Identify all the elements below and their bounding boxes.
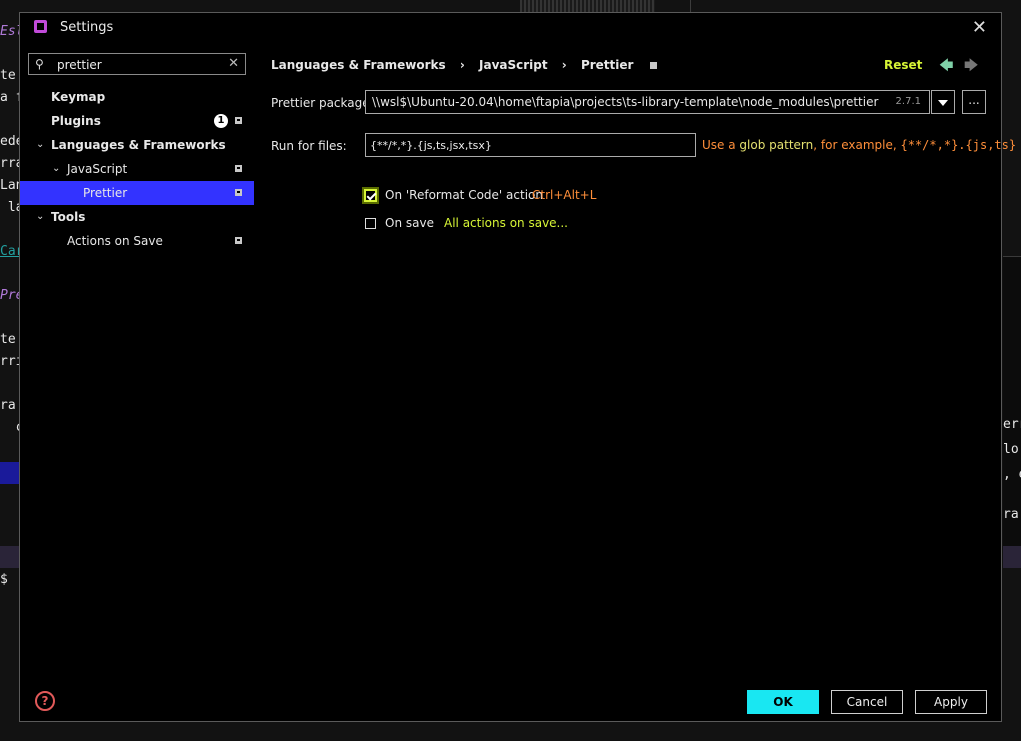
chevron-down-icon[interactable]: ⌄ bbox=[52, 157, 60, 181]
reformat-code-label: On 'Reformat Code' action bbox=[385, 188, 543, 202]
breadcrumb: Languages & Frameworks › JavaScript › Pr… bbox=[271, 58, 657, 72]
browse-button[interactable]: ... bbox=[962, 90, 986, 114]
sidebar-item-label: Keymap bbox=[51, 90, 106, 104]
plugins-update-badge: 1 bbox=[214, 114, 228, 128]
prettier-version: 2.7.1 bbox=[895, 96, 921, 107]
prettier-package-label: Prettier package: bbox=[271, 96, 374, 110]
project-level-icon bbox=[235, 117, 242, 124]
glob-pattern-hint: Use a glob pattern, for example, {**/*,*… bbox=[702, 138, 1016, 152]
chevron-down-icon[interactable]: ⌄ bbox=[36, 205, 44, 229]
breadcrumb-separator: › bbox=[561, 58, 567, 72]
chevron-down-icon[interactable]: ⌄ bbox=[36, 133, 44, 157]
app-logo-icon bbox=[34, 20, 47, 33]
sidebar-item-plugins[interactable]: Plugins 1 bbox=[20, 109, 254, 133]
sidebar-item-languages-frameworks[interactable]: ⌄ Languages & Frameworks bbox=[20, 133, 254, 157]
sidebar-item-javascript[interactable]: ⌄ JavaScript bbox=[20, 157, 254, 181]
reformat-code-option[interactable]: On 'Reformat Code' action Ctrl+Alt+L bbox=[364, 188, 665, 206]
settings-content: Languages & Frameworks › JavaScript › Pr… bbox=[254, 43, 1016, 675]
title-bar: Settings ✕ bbox=[20, 13, 1001, 43]
cancel-button[interactable]: Cancel bbox=[831, 690, 903, 714]
prettier-package-field[interactable]: \\wsl$\Ubuntu-20.04\home\ftapia\projects… bbox=[365, 90, 930, 114]
sidebar-item-label: Actions on Save bbox=[67, 234, 163, 248]
settings-dialog: Settings ✕ ⚲ ✕ Keymap Plugins 1 ⌄ Langua… bbox=[19, 12, 1016, 722]
sidebar-item-keymap[interactable]: Keymap bbox=[20, 85, 254, 109]
breadcrumb-separator: › bbox=[459, 58, 465, 72]
on-save-option[interactable]: On save All actions on save... bbox=[365, 216, 665, 234]
dialog-title: Settings bbox=[60, 20, 114, 35]
run-for-files-label: Run for files: bbox=[271, 139, 347, 153]
sidebar-item-tools[interactable]: ⌄ Tools bbox=[20, 205, 254, 229]
bg-statusbar-right bbox=[1003, 546, 1021, 568]
breadcrumb-item: Prettier bbox=[580, 58, 634, 72]
sidebar-item-label: Tools bbox=[51, 210, 86, 224]
settings-sidebar: ⚲ ✕ Keymap Plugins 1 ⌄ Languages & Frame… bbox=[20, 43, 254, 675]
project-level-icon bbox=[235, 165, 242, 172]
close-icon[interactable]: ✕ bbox=[972, 17, 987, 38]
background-divider bbox=[690, 0, 691, 12]
bg-fragment: ra bbox=[1003, 507, 1019, 522]
glob-example: {**/*,*}.{js,ts} bbox=[900, 138, 1017, 152]
reformat-code-checkbox[interactable] bbox=[364, 189, 377, 202]
bg-fragment: te bbox=[0, 332, 16, 347]
background-toolbar-strip bbox=[520, 0, 655, 12]
ok-button[interactable]: OK bbox=[747, 690, 819, 714]
sidebar-item-label: Prettier bbox=[83, 186, 128, 200]
sidebar-item-label: JavaScript bbox=[67, 162, 128, 176]
hint-text: , for example, bbox=[813, 138, 897, 152]
bg-fragment: ra bbox=[0, 398, 16, 413]
background-right-panel: err lo c , et ra bbox=[1003, 256, 1021, 557]
sidebar-item-label: Plugins bbox=[51, 114, 101, 128]
bg-fragment: lo c bbox=[1003, 442, 1019, 457]
all-actions-on-save-link[interactable]: All actions on save... bbox=[444, 216, 568, 230]
on-save-label: On save bbox=[385, 216, 434, 230]
hint-text: Use a bbox=[702, 138, 736, 152]
sidebar-item-prettier[interactable]: Prettier bbox=[20, 181, 254, 205]
reset-link[interactable]: Reset bbox=[884, 58, 922, 72]
search-input[interactable] bbox=[55, 56, 219, 74]
run-for-files-input[interactable] bbox=[365, 133, 696, 157]
sidebar-item-actions-on-save[interactable]: Actions on Save bbox=[20, 229, 254, 253]
reformat-shortcut: Ctrl+Alt+L bbox=[532, 188, 597, 202]
project-level-icon bbox=[235, 237, 242, 244]
breadcrumb-item: JavaScript bbox=[479, 58, 548, 72]
glob-pattern-link[interactable]: glob pattern bbox=[739, 138, 813, 152]
bg-fragment: te bbox=[0, 68, 16, 83]
breadcrumb-item: Languages & Frameworks bbox=[271, 58, 446, 72]
clear-search-icon[interactable]: ✕ bbox=[228, 56, 239, 71]
back-arrow-icon[interactable]: 🡄 bbox=[939, 55, 953, 79]
forward-arrow-icon[interactable]: 🡆 bbox=[964, 55, 978, 79]
apply-button[interactable]: Apply bbox=[915, 690, 987, 714]
search-icon: ⚲ bbox=[35, 57, 44, 71]
prettier-package-dropdown-button[interactable] bbox=[931, 90, 955, 114]
prettier-package-path: \\wsl$\Ubuntu-20.04\home\ftapia\projects… bbox=[372, 95, 879, 109]
help-icon[interactable]: ? bbox=[35, 691, 55, 711]
sidebar-item-label: Languages & Frameworks bbox=[51, 138, 226, 152]
bg-fragment: , et bbox=[1003, 467, 1021, 482]
bg-fragment: err bbox=[1003, 417, 1021, 432]
bg-selection bbox=[0, 462, 20, 484]
on-save-checkbox[interactable] bbox=[365, 218, 376, 229]
search-field[interactable]: ⚲ ✕ bbox=[28, 53, 246, 75]
project-level-icon bbox=[649, 62, 657, 69]
bg-fragment: $ bbox=[0, 572, 8, 587]
project-level-icon bbox=[235, 189, 242, 196]
bg-statusbar bbox=[0, 546, 20, 568]
